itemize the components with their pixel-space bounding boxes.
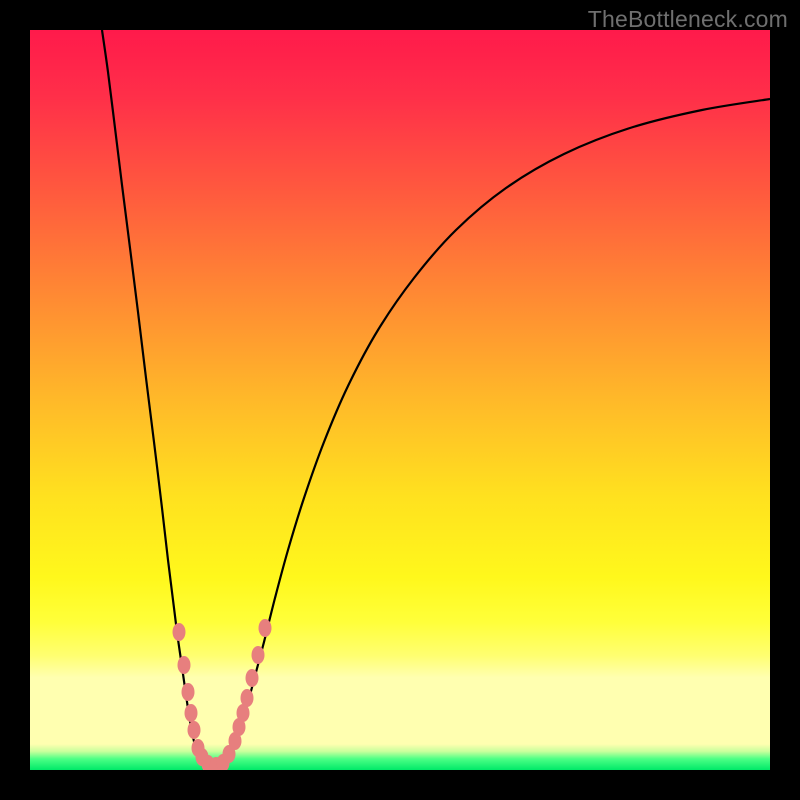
data-marker — [241, 689, 254, 707]
curve-layer — [30, 30, 770, 770]
data-marker — [246, 669, 259, 687]
data-marker — [182, 683, 195, 701]
data-marker — [252, 646, 265, 664]
watermark-text: TheBottleneck.com — [588, 6, 788, 33]
curve-path — [102, 30, 770, 768]
data-marker — [188, 721, 201, 739]
outer-black-frame: TheBottleneck.com — [0, 0, 800, 800]
data-marker — [173, 623, 186, 641]
data-marker — [185, 704, 198, 722]
data-marker — [178, 656, 191, 674]
chart-plot-area — [30, 30, 770, 770]
curve-marker-group — [173, 619, 272, 770]
data-marker — [259, 619, 272, 637]
